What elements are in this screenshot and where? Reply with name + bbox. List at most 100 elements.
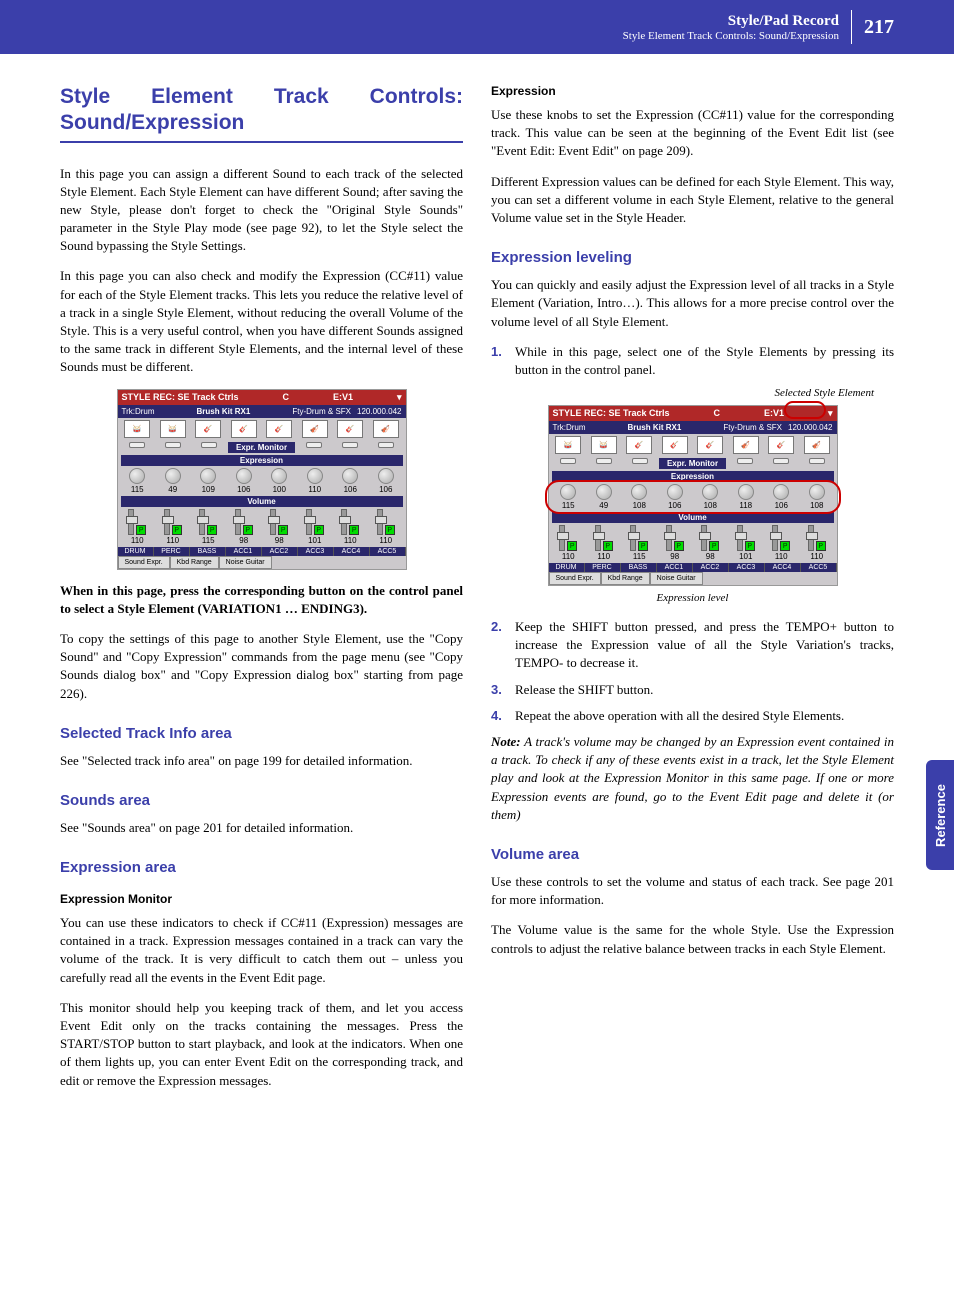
header-subtitle: Style Element Track Controls: Sound/Expr… [623,30,839,42]
sound-icon: 🎸 [626,436,652,454]
expr-val: 106 [237,485,250,494]
para: Use these controls to set the volume and… [491,873,894,909]
expr-val: 110 [308,485,321,494]
track-tab: ACC1 [657,563,693,572]
sound-icon: 🎻 [733,436,759,454]
expr-knob [129,468,145,484]
subhead-expression-area: Expression area [60,859,463,876]
track-tab: DRUM [549,563,585,572]
vol-val: 98 [706,552,715,561]
subhead-sounds-area: Sounds area [60,792,463,809]
vol-val: 98 [275,536,284,545]
track-tab: BASS [190,547,226,556]
page-tab: Kbd Range [601,572,650,585]
expr-val: 108 [633,501,646,510]
page-tab: Kbd Range [170,556,219,569]
vol-val: 110 [166,536,179,545]
vol-slider [306,509,312,535]
expr-knob [809,484,825,500]
play-box: P [172,525,182,535]
vol-slider [666,525,672,551]
band-expression: Expression [121,455,403,466]
play-box: P [567,541,577,551]
sound-icon: 🥁 [160,420,186,438]
sound-icon: 🎻 [804,436,830,454]
para: In this page you can assign a different … [60,165,463,256]
expr-knob [271,468,287,484]
expr-val: 49 [168,485,177,494]
page-tab: Sound Expr. [549,572,601,585]
page-tab: Noise Guitar [219,556,272,569]
note-text: A track's volume may be changed by an Ex… [491,734,894,822]
expr-knob [165,468,181,484]
vol-val: 110 [810,552,823,561]
play-box: P [385,525,395,535]
trk-label: Trk:Drum [553,423,586,432]
vol-val: 115 [633,552,646,561]
para-bold: When in this page, press the correspondi… [60,582,463,618]
expr-led [129,442,145,448]
vol-val: 110 [775,552,788,561]
track-tab: ACC1 [226,547,262,556]
para: See "Sounds area" on page 201 for detail… [60,819,463,837]
play-box: P [816,541,826,551]
play-box: P [349,525,359,535]
expr-val: 49 [599,501,608,510]
expr-knob [378,468,394,484]
right-column: Expression Use these knobs to set the Ex… [491,84,894,1102]
screen-se: E:V1 [764,408,784,419]
screen-title: STYLE REC: SE Track Ctrls [122,392,239,403]
para: To copy the settings of this page to ano… [60,630,463,703]
sound-icon: 🎸 [337,420,363,438]
sound-icon: 🎸 [266,420,292,438]
step-2: Keep the SHIFT button pressed, and press… [491,618,894,673]
kit-name: Brush Kit RX1 [161,407,287,416]
step-4: Repeat the above operation with all the … [491,707,894,725]
band-monitor: Expr. Monitor [659,458,727,469]
track-tab: ACC3 [729,563,765,572]
expr-val: 118 [739,501,752,510]
para: You can use these indicators to check if… [60,914,463,987]
expr-led [632,458,648,464]
screen-key: C [283,392,290,403]
expr-val: 106 [668,501,681,510]
side-tab-reference: Reference [926,760,954,870]
screenshot-figure-annotated: STYLE REC: SE Track Ctrls C E:V1 ▾ Trk:D… [548,405,838,586]
expr-knob [236,468,252,484]
vol-slider [630,525,636,551]
bpm-label: 120.000.042 [788,423,833,432]
vol-val: 115 [202,536,215,545]
vol-slider [772,525,778,551]
vol-val: 110 [344,536,357,545]
track-tab: ACC5 [370,547,406,556]
expr-led [165,442,181,448]
vol-val: 110 [379,536,392,545]
expr-knob [667,484,683,500]
subhead-selected-track: Selected Track Info area [60,725,463,742]
expr-knob [738,484,754,500]
track-tab: DRUM [118,547,154,556]
callout-selected-se: Selected Style Element [491,387,894,399]
expr-led [773,458,789,464]
section-title: Style Element Track Controls: Sound/Expr… [60,84,463,143]
para: See "Selected track info area" on page 1… [60,752,463,770]
band-volume: Volume [552,512,834,523]
expr-val: 108 [704,501,717,510]
track-tab: PERC [154,547,190,556]
expr-led [378,442,394,448]
vol-slider [701,525,707,551]
play-box: P [207,525,217,535]
vol-slider [737,525,743,551]
para: Use these knobs to set the Expression (C… [491,106,894,161]
track-tab: ACC4 [334,547,370,556]
note-para: Note: A track's volume may be changed by… [491,733,894,824]
vol-slider [595,525,601,551]
para: Different Expression values can be defin… [491,173,894,228]
para: This monitor should help you keeping tra… [60,999,463,1090]
track-tab: ACC2 [262,547,298,556]
play-box: P [780,541,790,551]
band-expression: Expression [552,471,834,482]
sound-icon: 🎸 [195,420,221,438]
track-tab: BASS [621,563,657,572]
expr-led [342,442,358,448]
